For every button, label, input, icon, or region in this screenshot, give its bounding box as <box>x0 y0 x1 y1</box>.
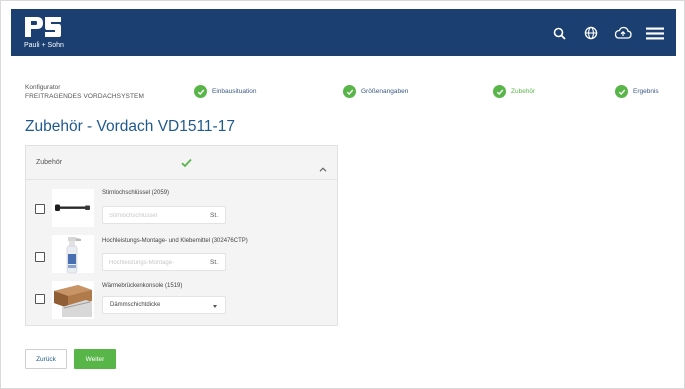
select-value: Dämmschichtdicke <box>110 302 161 308</box>
step-label: Einbausituation <box>212 88 257 95</box>
item-checkbox[interactable] <box>35 204 45 214</box>
menu-icon[interactable] <box>646 24 664 42</box>
step-label: Größenangaben <box>361 88 409 95</box>
breadcrumb-label: Konfigurator <box>25 84 61 91</box>
logo-mark-icon <box>25 17 61 37</box>
search-icon[interactable] <box>550 24 568 42</box>
check-circle-icon <box>343 85 356 98</box>
check-circle-icon <box>615 85 628 98</box>
quantity-input[interactable] <box>109 210 201 222</box>
accordion-header[interactable]: Zubehör <box>26 146 337 180</box>
step-label: Zubehör <box>511 88 536 95</box>
quantity-field[interactable]: St. <box>102 206 226 224</box>
accessories-panel: Zubehör Stirnlochschlüssel (2059) Stirnl… <box>25 145 338 326</box>
accessory-item: Wärmebrückenkonsole (1519) Dämmschichtdi… <box>26 280 337 325</box>
breadcrumb: Konfigurator FREITRAGENDES VORDACHSYSTEM <box>25 83 144 101</box>
header-icons <box>550 23 664 43</box>
item-name: Hochleistungs-Montage- und Klebemittel (… <box>102 238 248 244</box>
item-name: Stirnlochschlüssel (2059) <box>102 190 170 196</box>
check-circle-icon <box>194 85 207 98</box>
item-checkbox[interactable] <box>35 294 45 304</box>
brand-logo[interactable]: Pauli + Sohn <box>23 15 64 53</box>
cloud-upload-icon[interactable] <box>614 24 632 42</box>
checkmark-icon <box>181 155 192 173</box>
step-zubehoer[interactable]: Zubehör <box>493 85 535 98</box>
accessory-item: Hochleistungs-Montage- und Klebemittel (… <box>26 234 337 279</box>
back-button[interactable]: Zurück <box>25 349 67 369</box>
dropdown-caret-icon <box>213 305 217 308</box>
accessory-item: Stirnlochschlüssel (2059) St. <box>26 186 337 231</box>
item-checkbox[interactable] <box>35 252 45 262</box>
item-name: Wärmebrückenkonsole (1519) <box>102 283 183 289</box>
chevron-up-icon[interactable] <box>319 159 327 177</box>
step-ergebnis[interactable]: Ergebnis <box>615 85 659 98</box>
quantity-field[interactable]: St. <box>102 253 226 271</box>
product-image-key <box>52 189 94 227</box>
step-label: Ergebnis <box>633 88 659 95</box>
breadcrumb-product: FREITRAGENDES VORDACHSYSTEM <box>25 93 144 100</box>
quantity-input[interactable] <box>109 257 201 269</box>
brand-tagline: Pauli + Sohn <box>24 42 64 49</box>
step-groessenangaben[interactable]: Größenangaben <box>343 85 408 98</box>
insulation-thickness-select[interactable]: Dämmschichtdicke <box>102 296 226 314</box>
accordion-title: Zubehör <box>36 159 63 166</box>
next-button[interactable]: Weiter <box>74 349 116 369</box>
globe-icon[interactable] <box>582 24 600 42</box>
product-image-bracket <box>52 281 94 319</box>
header-bar: Pauli + Sohn <box>11 9 676 56</box>
step-einbausituation[interactable]: Einbausituation <box>194 85 256 98</box>
unit-label: St. <box>210 212 218 219</box>
product-image-spray <box>52 235 94 274</box>
check-circle-icon <box>493 85 506 98</box>
page: Pauli + Sohn Konfigurator FREITRAGENDES … <box>0 0 685 389</box>
unit-label: St. <box>210 259 218 266</box>
page-title: Zubehör - Vordach VD1511-17 <box>25 118 235 135</box>
